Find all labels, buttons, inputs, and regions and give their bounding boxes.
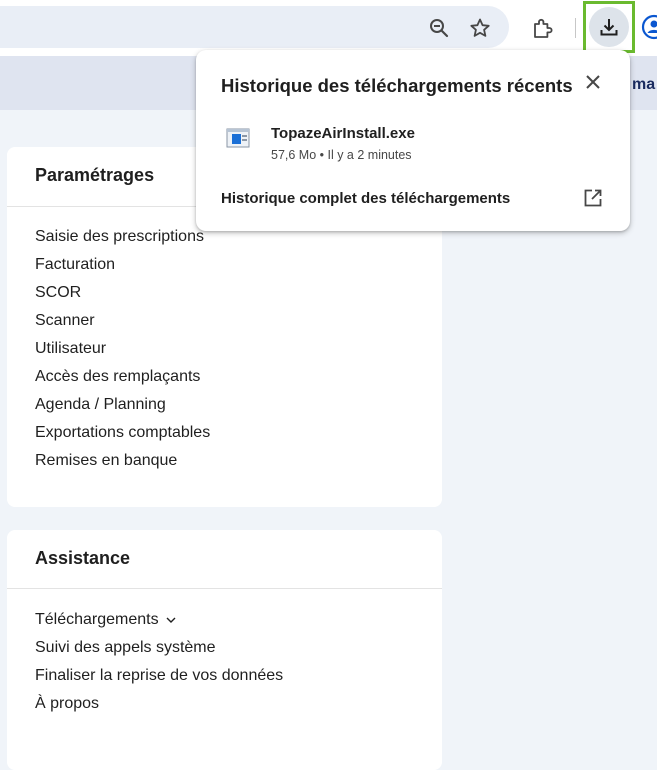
star-icon[interactable] (468, 16, 492, 40)
zoom-out-icon[interactable] (427, 16, 451, 40)
assistance-link-telechargements[interactable]: Téléchargements (35, 610, 283, 638)
settings-link-scor[interactable]: SCOR (35, 283, 210, 311)
exe-file-icon (226, 126, 250, 150)
open-in-new-icon[interactable] (583, 188, 603, 208)
downloads-popup: Historique des téléchargements récents T… (196, 50, 630, 231)
header-clipped-text: ma (632, 76, 655, 94)
assistance-title: Assistance (35, 548, 130, 569)
settings-link-remplacants[interactable]: Accès des remplaçants (35, 367, 210, 395)
assistance-link-suivi[interactable]: Suivi des appels système (35, 638, 283, 666)
settings-list: Saisie des prescriptions Facturation SCO… (35, 227, 210, 479)
settings-link-prescriptions[interactable]: Saisie des prescriptions (35, 227, 210, 255)
toolbar-separator (575, 18, 576, 38)
profile-icon[interactable] (641, 14, 657, 40)
settings-title: Paramétrages (35, 165, 154, 186)
assistance-card: Assistance Téléchargements Suivi des app… (7, 530, 442, 770)
settings-link-agenda[interactable]: Agenda / Planning (35, 395, 210, 423)
settings-link-remises[interactable]: Remises en banque (35, 451, 210, 479)
browser-toolbar (0, 0, 657, 56)
telechargements-label: Téléchargements (35, 610, 159, 630)
popup-title: Historique des téléchargements récents (221, 75, 573, 97)
settings-link-utilisateur[interactable]: Utilisateur (35, 339, 210, 367)
chevron-down-icon (165, 612, 177, 632)
assistance-list: Téléchargements Suivi des appels système… (35, 610, 283, 722)
download-file-name[interactable]: TopazeAirInstall.exe (271, 125, 415, 142)
settings-link-facturation[interactable]: Facturation (35, 255, 210, 283)
downloads-button[interactable] (583, 1, 635, 53)
settings-link-exportations[interactable]: Exportations comptables (35, 423, 210, 451)
assistance-link-reprise[interactable]: Finaliser la reprise de vos données (35, 666, 283, 694)
settings-link-scanner[interactable]: Scanner (35, 311, 210, 339)
close-icon[interactable] (583, 72, 603, 92)
puzzle-icon[interactable] (530, 15, 556, 41)
download-icon (589, 7, 629, 47)
full-history-link[interactable]: Historique complet des téléchargements (221, 190, 510, 207)
assistance-link-apropos[interactable]: À propos (35, 694, 283, 722)
download-file-meta: 57,6 Mo • Il y a 2 minutes (271, 148, 412, 162)
divider (7, 588, 442, 589)
